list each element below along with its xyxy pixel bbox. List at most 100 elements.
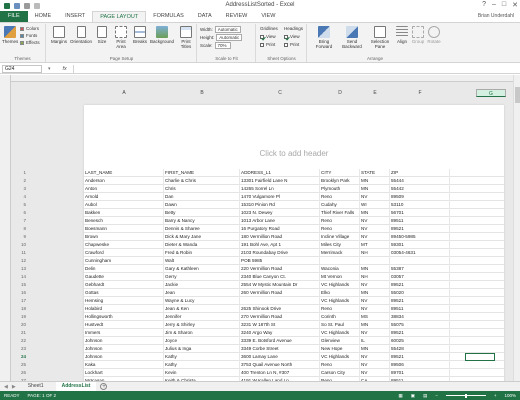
table-cell[interactable]: Charlie & Chris	[164, 177, 240, 185]
table-cell[interactable]: 55020	[390, 289, 450, 297]
active-cell-g24[interactable]	[465, 353, 495, 361]
table-cell[interactable]: Barry & Nancy	[164, 217, 240, 225]
table-cell[interactable]: 38834	[390, 313, 450, 321]
orientation-button[interactable]: Orientation	[70, 26, 92, 44]
row-number[interactable]: 20	[14, 321, 26, 329]
table-cell[interactable]: Kaka	[84, 361, 164, 369]
table-cell[interactable]: 3753 Quail Avenue North	[240, 361, 320, 369]
headings-view-checkbox[interactable]: View	[284, 34, 300, 39]
table-cell[interactable]: MS	[360, 313, 390, 321]
table-cell[interactable]: Aubol	[84, 201, 164, 209]
table-cell[interactable]: ZIP	[390, 169, 450, 177]
table-cell[interactable]: Waconia	[320, 265, 360, 273]
row-number[interactable]: 14	[14, 273, 26, 281]
table-cell[interactable]: 260 Vermillion Road	[240, 289, 320, 297]
table-cell[interactable]: NH	[360, 273, 390, 281]
table-cell[interactable]: Brooklyn Park	[320, 177, 360, 185]
restore-button[interactable]: □	[502, 1, 506, 9]
table-cell[interactable]: NV	[360, 297, 390, 305]
table-cell[interactable]: Merrimack	[320, 249, 360, 257]
row-number[interactable]: 15	[14, 281, 26, 289]
minimize-button[interactable]: –	[492, 1, 496, 9]
tab-view[interactable]: VIEW	[254, 11, 282, 22]
row-number[interactable]: 3	[14, 185, 26, 193]
table-cell[interactable]: Jean & Ken	[164, 305, 240, 313]
table-cell[interactable]: Brown	[84, 233, 164, 241]
table-cell[interactable]: Anton	[84, 185, 164, 193]
table-cell[interactable]: LAST_NAME	[84, 169, 164, 177]
vertical-scrollbar[interactable]	[513, 75, 520, 381]
table-cell[interactable]: MN	[360, 345, 390, 353]
fonts-button[interactable]: Fonts	[20, 33, 37, 38]
column-header-c[interactable]: C	[240, 89, 320, 97]
table-cell[interactable]: Gebhardt	[84, 281, 164, 289]
rotate-button[interactable]: Rotate	[427, 26, 441, 44]
group-button[interactable]: Group	[411, 26, 425, 44]
send-backward-button[interactable]: Send Backward	[339, 26, 365, 49]
table-cell[interactable]: Johnson	[84, 353, 164, 361]
table-cell[interactable]: Dawn	[164, 201, 240, 209]
align-button[interactable]: Align	[395, 26, 409, 44]
row-number[interactable]: 10	[14, 241, 26, 249]
table-cell[interactable]: 1023 N. Dewey	[240, 209, 320, 217]
insert-function-button[interactable]: fx	[63, 66, 67, 72]
formula-input[interactable]	[72, 64, 520, 73]
tab-page-layout[interactable]: PAGE LAYOUT	[92, 11, 147, 22]
table-cell[interactable]: Kathy	[164, 353, 240, 361]
table-cell[interactable]: Jim & Sharon	[164, 329, 240, 337]
table-cell[interactable]: Elko	[320, 289, 360, 297]
scrollbar-thumb[interactable]	[515, 87, 520, 103]
table-cell[interactable]: Lockhart	[84, 369, 164, 377]
table-cell[interactable]: Immers	[84, 329, 164, 337]
table-cell[interactable]: Fred & Robin	[164, 249, 240, 257]
table-cell[interactable]: Chris	[164, 185, 240, 193]
table-cell[interactable]: Johnson	[84, 345, 164, 353]
row-number[interactable]: 24	[14, 353, 26, 361]
table-cell[interactable]: 89506	[390, 361, 450, 369]
chevron-left-icon[interactable]: ◀	[4, 384, 8, 390]
table-cell[interactable]: 59301	[390, 241, 450, 249]
table-cell[interactable]: 3231 W 187th St	[240, 321, 320, 329]
row-number[interactable]: 19	[14, 313, 26, 321]
table-cell[interactable]: Reno	[320, 225, 360, 233]
row-number[interactable]: 17	[14, 297, 26, 305]
table-cell[interactable]: 89511	[390, 305, 450, 313]
table-cell[interactable]: 3600 Lamay Lane	[240, 353, 320, 361]
size-button[interactable]: Size	[95, 26, 109, 44]
table-cell[interactable]: Julius & Inga	[164, 345, 240, 353]
background-button[interactable]: Background	[150, 26, 174, 44]
table-cell[interactable]: Chapweske	[84, 241, 164, 249]
table-cell[interactable]: Jackie	[164, 281, 240, 289]
tab-insert[interactable]: INSERT	[58, 11, 92, 22]
table-cell[interactable]: Reno	[320, 217, 360, 225]
table-cell[interactable]: 55444	[390, 177, 450, 185]
table-cell[interactable]: Bakken	[84, 209, 164, 217]
table-cell[interactable]: 89521	[390, 281, 450, 289]
gridlines-print-checkbox[interactable]: Print	[260, 42, 275, 47]
table-cell[interactable]: 89511	[390, 217, 450, 225]
table-cell[interactable]: Delin	[84, 265, 164, 273]
table-cell[interactable]: Dieter & Wanda	[164, 241, 240, 249]
table-cell[interactable]: 1470 Vulgamore Pl	[240, 193, 320, 201]
table-cell[interactable]: Gaudette	[84, 273, 164, 281]
headings-print-checkbox[interactable]: Print	[284, 42, 299, 47]
width-select[interactable]: Automatic	[214, 26, 241, 33]
table-cell[interactable]: Gary & Kathleen	[164, 265, 240, 273]
breaks-button[interactable]: Breaks	[133, 26, 147, 44]
table-cell[interactable]: Gerry	[164, 273, 240, 281]
page-break-view-icon[interactable]: ▤	[423, 393, 427, 399]
row-number[interactable]: 13	[14, 265, 26, 273]
row-number[interactable]: 5	[14, 201, 26, 209]
row-number[interactable]: 22	[14, 337, 26, 345]
table-cell[interactable]: Thief River Falls	[320, 209, 360, 217]
table-cell[interactable]: Benesch	[84, 217, 164, 225]
table-cell[interactable]: Glenview	[320, 337, 360, 345]
chevron-right-icon[interactable]: ▶	[12, 384, 16, 390]
table-cell[interactable]: Mt Vernon	[320, 273, 360, 281]
add-sheet-icon[interactable]: +	[100, 383, 108, 390]
table-cell[interactable]: Kathy	[164, 361, 240, 369]
table-cell[interactable]: Arnold	[84, 193, 164, 201]
table-cell[interactable]: Joyce	[164, 337, 240, 345]
table-cell[interactable]: MN	[360, 209, 390, 217]
table-cell[interactable]: Crawford	[84, 249, 164, 257]
